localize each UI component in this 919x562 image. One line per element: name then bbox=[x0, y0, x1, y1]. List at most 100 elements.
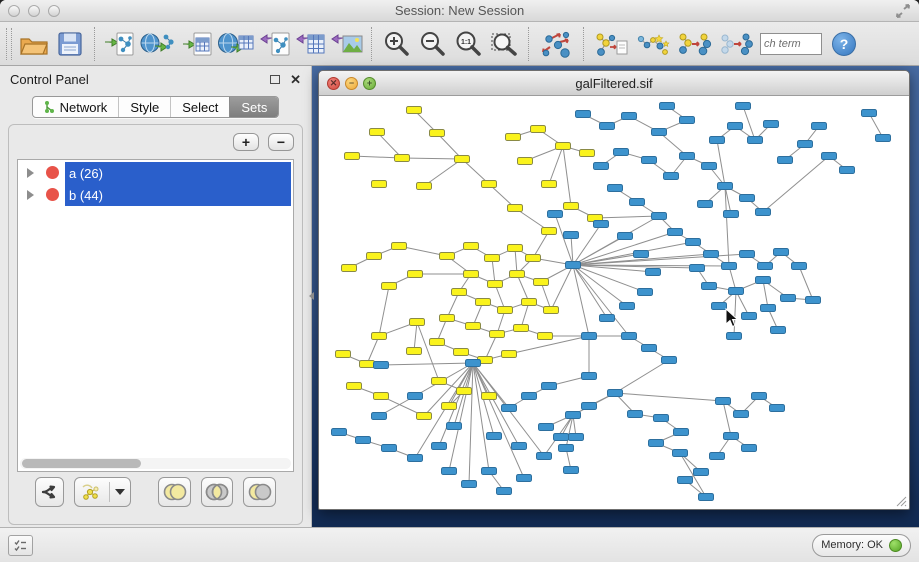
graph-node bbox=[485, 255, 500, 262]
import-network-file-button[interactable] bbox=[101, 25, 137, 63]
export-image-button[interactable] bbox=[329, 25, 365, 63]
disclosure-triangle-icon[interactable] bbox=[27, 190, 34, 200]
import-table-url-button[interactable] bbox=[215, 25, 257, 63]
save-session-button[interactable] bbox=[52, 25, 88, 63]
graph-node bbox=[748, 137, 763, 144]
zoom-fit-selected-button[interactable] bbox=[486, 25, 522, 63]
graph-node bbox=[490, 331, 505, 338]
graph-node bbox=[608, 390, 623, 397]
mouse-cursor-icon bbox=[725, 308, 739, 328]
union-sets-button[interactable] bbox=[158, 477, 191, 507]
show-hide-nodes-button[interactable] bbox=[716, 25, 758, 63]
open-session-button[interactable] bbox=[16, 25, 52, 63]
graph-node bbox=[704, 251, 719, 258]
help-button[interactable]: ? bbox=[832, 32, 856, 56]
splitter-collapse-icon[interactable] bbox=[309, 292, 314, 300]
copy-layout-from-file-icon bbox=[593, 29, 629, 59]
export-image-icon bbox=[331, 30, 363, 58]
graph-node bbox=[686, 239, 701, 246]
copy-layout-from-file-button[interactable] bbox=[590, 25, 632, 63]
network-canvas[interactable] bbox=[319, 96, 909, 509]
export-table-button[interactable] bbox=[293, 25, 329, 63]
graph-node bbox=[452, 289, 467, 296]
difference-sets-button[interactable] bbox=[243, 477, 276, 507]
zoom-out-button[interactable] bbox=[414, 25, 450, 63]
close-panel-icon[interactable]: ✕ bbox=[290, 73, 301, 86]
import-network-url-button[interactable] bbox=[137, 25, 179, 63]
graph-node bbox=[482, 393, 497, 400]
window-title: Session: New Session bbox=[0, 3, 919, 18]
tab-style[interactable]: Style bbox=[118, 97, 170, 117]
apply-layout-button[interactable] bbox=[535, 25, 577, 63]
graph-node bbox=[764, 121, 779, 128]
venn-difference-icon bbox=[246, 482, 274, 502]
close-network-window-icon[interactable]: ✕ bbox=[327, 77, 340, 90]
toolbar-separator bbox=[583, 27, 584, 61]
diffusion-select-button[interactable] bbox=[674, 25, 716, 63]
graph-node bbox=[440, 253, 455, 260]
import-table-file-button[interactable] bbox=[179, 25, 215, 63]
graph-node bbox=[862, 110, 877, 117]
zoom-actual-size-button[interactable]: 1:1 bbox=[450, 25, 486, 63]
graph-node bbox=[618, 233, 633, 240]
intersect-sets-button[interactable] bbox=[201, 477, 234, 507]
graph-node bbox=[564, 203, 579, 210]
graph-node bbox=[761, 305, 776, 312]
tab-sets[interactable]: Sets bbox=[229, 97, 278, 117]
graph-node bbox=[512, 443, 527, 450]
control-panel-header: Control Panel ✕ bbox=[0, 66, 311, 93]
network-graph[interactable] bbox=[319, 96, 909, 508]
layout-tools-button[interactable] bbox=[632, 25, 674, 63]
graph-node bbox=[654, 415, 669, 422]
network-window[interactable]: ✕ − + galFiltered.sif bbox=[318, 70, 910, 510]
graph-node bbox=[347, 383, 362, 390]
task-history-button[interactable] bbox=[8, 535, 33, 556]
titlebar: Session: New Session bbox=[0, 0, 919, 22]
graph-node bbox=[367, 253, 382, 260]
sets-toolbar bbox=[17, 472, 294, 518]
tab-select[interactable]: Select bbox=[170, 97, 229, 117]
toolbar-separator bbox=[94, 27, 95, 61]
fullscreen-icon[interactable] bbox=[895, 4, 911, 18]
graph-node bbox=[668, 229, 683, 236]
graph-node bbox=[442, 403, 457, 410]
graph-node bbox=[447, 423, 462, 430]
horizontal-scrollbar[interactable] bbox=[20, 458, 291, 469]
tab-network[interactable]: Network bbox=[33, 97, 119, 117]
graph-node bbox=[566, 412, 581, 419]
control-panel-title: Control Panel bbox=[10, 72, 270, 87]
graph-node bbox=[781, 295, 796, 302]
graph-node bbox=[534, 279, 549, 286]
graph-node bbox=[652, 129, 667, 136]
list-item[interactable]: a (26) bbox=[18, 162, 293, 184]
zoom-in-button[interactable] bbox=[378, 25, 414, 63]
float-panel-icon[interactable] bbox=[270, 75, 280, 84]
maximize-network-window-icon[interactable]: + bbox=[363, 77, 376, 90]
graph-node bbox=[727, 333, 742, 340]
graph-node bbox=[770, 405, 785, 412]
export-network-button[interactable] bbox=[257, 25, 293, 63]
search-input[interactable] bbox=[760, 33, 822, 55]
graph-node bbox=[466, 323, 481, 330]
network-window-titlebar[interactable]: ✕ − + galFiltered.sif bbox=[319, 71, 909, 96]
split-set-button[interactable] bbox=[35, 477, 64, 507]
graph-node bbox=[680, 117, 695, 124]
graph-node bbox=[660, 103, 675, 110]
graph-node bbox=[508, 205, 523, 212]
network-window-controls: ✕ − + bbox=[327, 77, 376, 90]
create-set-combo-button[interactable] bbox=[74, 477, 131, 507]
resize-grip-icon[interactable] bbox=[894, 494, 907, 507]
minimize-network-window-icon[interactable]: − bbox=[345, 77, 358, 90]
disclosure-triangle-icon[interactable] bbox=[27, 168, 34, 178]
list-item[interactable]: b (44) bbox=[18, 184, 293, 206]
graph-node bbox=[407, 107, 422, 114]
graph-node bbox=[432, 443, 447, 450]
dropdown-arrow-icon[interactable] bbox=[115, 489, 125, 495]
graph-node bbox=[718, 183, 733, 190]
network-tab-icon bbox=[44, 100, 55, 114]
scrollbar-thumb[interactable] bbox=[22, 459, 141, 468]
memory-status-button[interactable]: Memory: OK bbox=[812, 534, 911, 557]
add-set-button[interactable]: + bbox=[233, 133, 259, 151]
graph-node bbox=[758, 263, 773, 270]
remove-set-button[interactable]: − bbox=[268, 133, 294, 151]
